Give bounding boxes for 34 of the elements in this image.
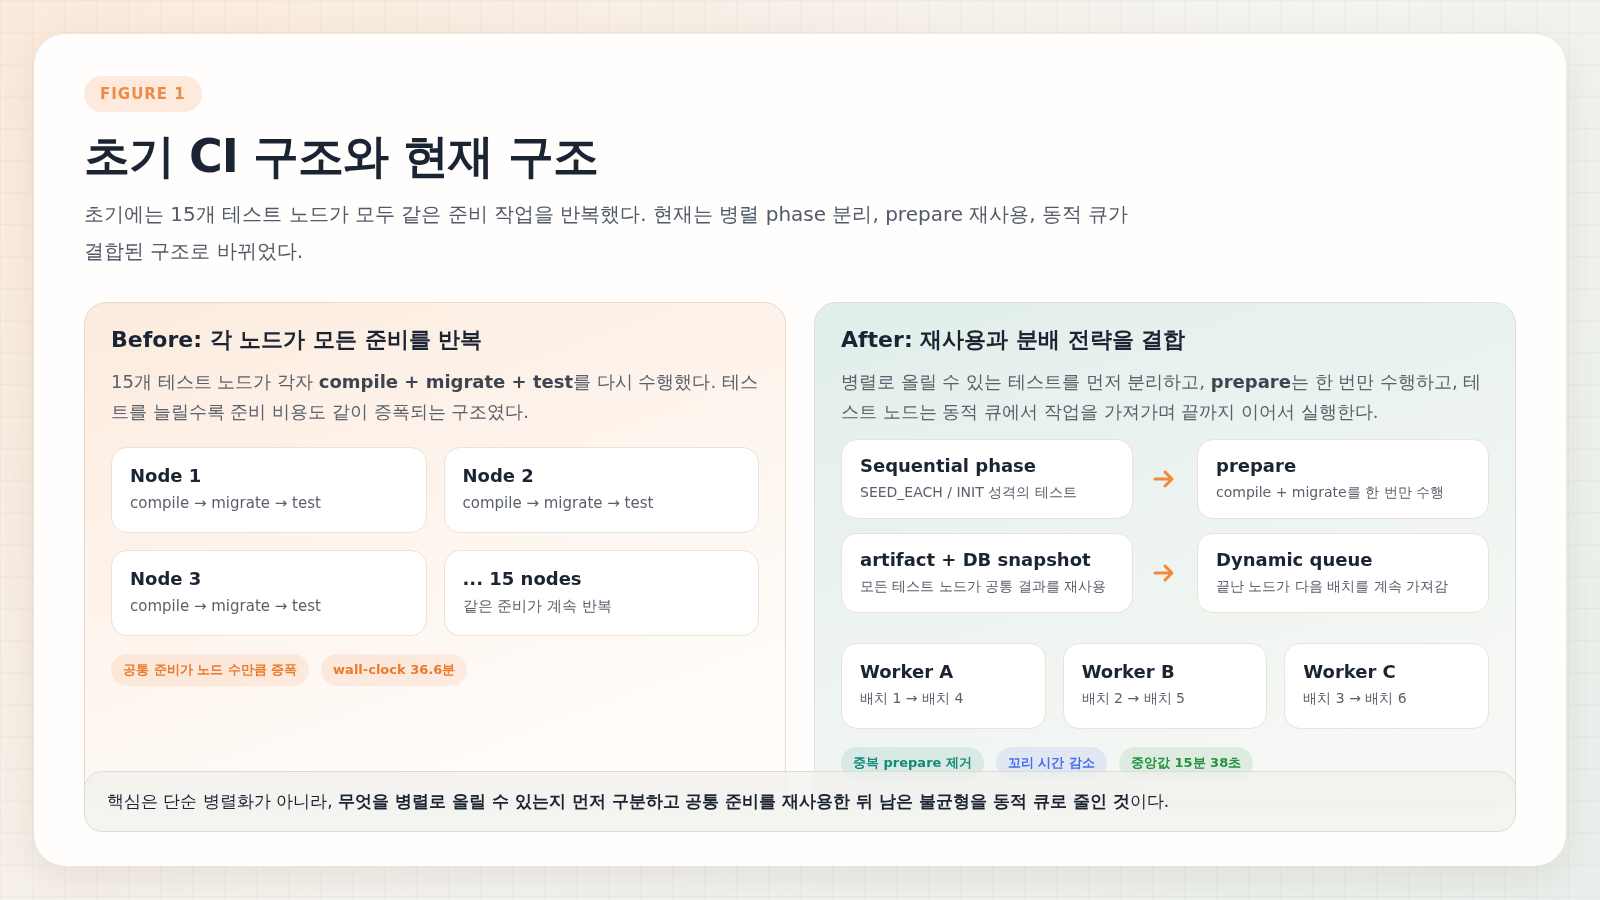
figure-badge: FIGURE 1: [84, 76, 202, 112]
node-detail: 배치 3 → 배치 6: [1303, 690, 1408, 708]
node-detail: compile + migrate를 한 번만 수행: [1216, 484, 1445, 502]
tag: wall-clock 36.6분: [321, 654, 468, 686]
panel-title: After: 재사용과 분배 전략을 결합: [841, 326, 1187, 354]
summary-note: 핵심은 단순 병렬화가 아니라, 무엇을 병렬로 올릴 수 있는지 먼저 구분하고 공통 준비를 재사용한 뒤 남은 불균형을 동적 큐로 줄인 것이다.: [84, 771, 1516, 832]
figure-subtitle: 초기에는 15개 테스트 노드가 모두 같은 준비 작업을 반복했다. 현재는 병렬 phase 분리, prepare 재사용, 동적 큐가 결합된 구조로 바뀌었다.: [84, 201, 1130, 265]
node-title: ... 15 nodes: [462, 568, 583, 589]
panel-title: Before: 각 노드가 모든 준비를 반복: [111, 326, 484, 354]
node-title: Worker B: [1081, 661, 1176, 682]
node-detail: 끝난 노드가 다음 배치를 계속 가져감: [1216, 578, 1450, 596]
node-title: Worker C: [1303, 661, 1397, 682]
figure-title: 초기 CI 구조와 현재 구조: [84, 128, 599, 185]
node-title: Node 1: [130, 465, 203, 486]
node-detail: compile → migrate → test: [462, 494, 655, 512]
node-detail: 배치 1 → 배치 4: [860, 690, 965, 708]
panel-description: 15개 테스트 노드가 각자 compile + migrate + test를 다시 수행했다. 테스트를 늘릴수록 준비 비용도 같이 증폭되는 구조였다.: [111, 370, 759, 424]
node-title: artifact + DB snapshot: [860, 549, 1092, 570]
node-detail: 배치 2 → 배치 5: [1081, 690, 1186, 708]
node-title: Worker A: [860, 661, 955, 682]
node-detail: 같은 준비가 계속 반복: [462, 597, 613, 616]
node-title: Sequential phase: [860, 455, 1038, 476]
node-detail: SEED_EACH / INIT 성격의 테스트: [860, 484, 1078, 502]
node-title: Node 2: [462, 465, 535, 486]
arrow-icon: [1153, 469, 1175, 489]
arrow-icon: [1153, 563, 1175, 583]
node-detail: compile → migrate → test: [130, 494, 322, 512]
node-title: prepare: [1216, 455, 1298, 476]
panel-description: 병렬로 올릴 수 있는 테스트를 먼저 분리하고, prepare는 한 번만 수행하고, 테스트 노드는 동적 큐에서 작업을 가져가며 끝까지 이어서 실행한다.: [841, 370, 1483, 424]
node-title: Node 3: [130, 568, 203, 589]
tag: 공통 준비가 노드 수만큼 증폭: [111, 654, 310, 686]
node-detail: 모든 테스트 노드가 공통 결과를 재사용: [860, 578, 1108, 596]
node-detail: compile → migrate → test: [130, 597, 322, 615]
node-title: Dynamic queue: [1216, 549, 1374, 570]
